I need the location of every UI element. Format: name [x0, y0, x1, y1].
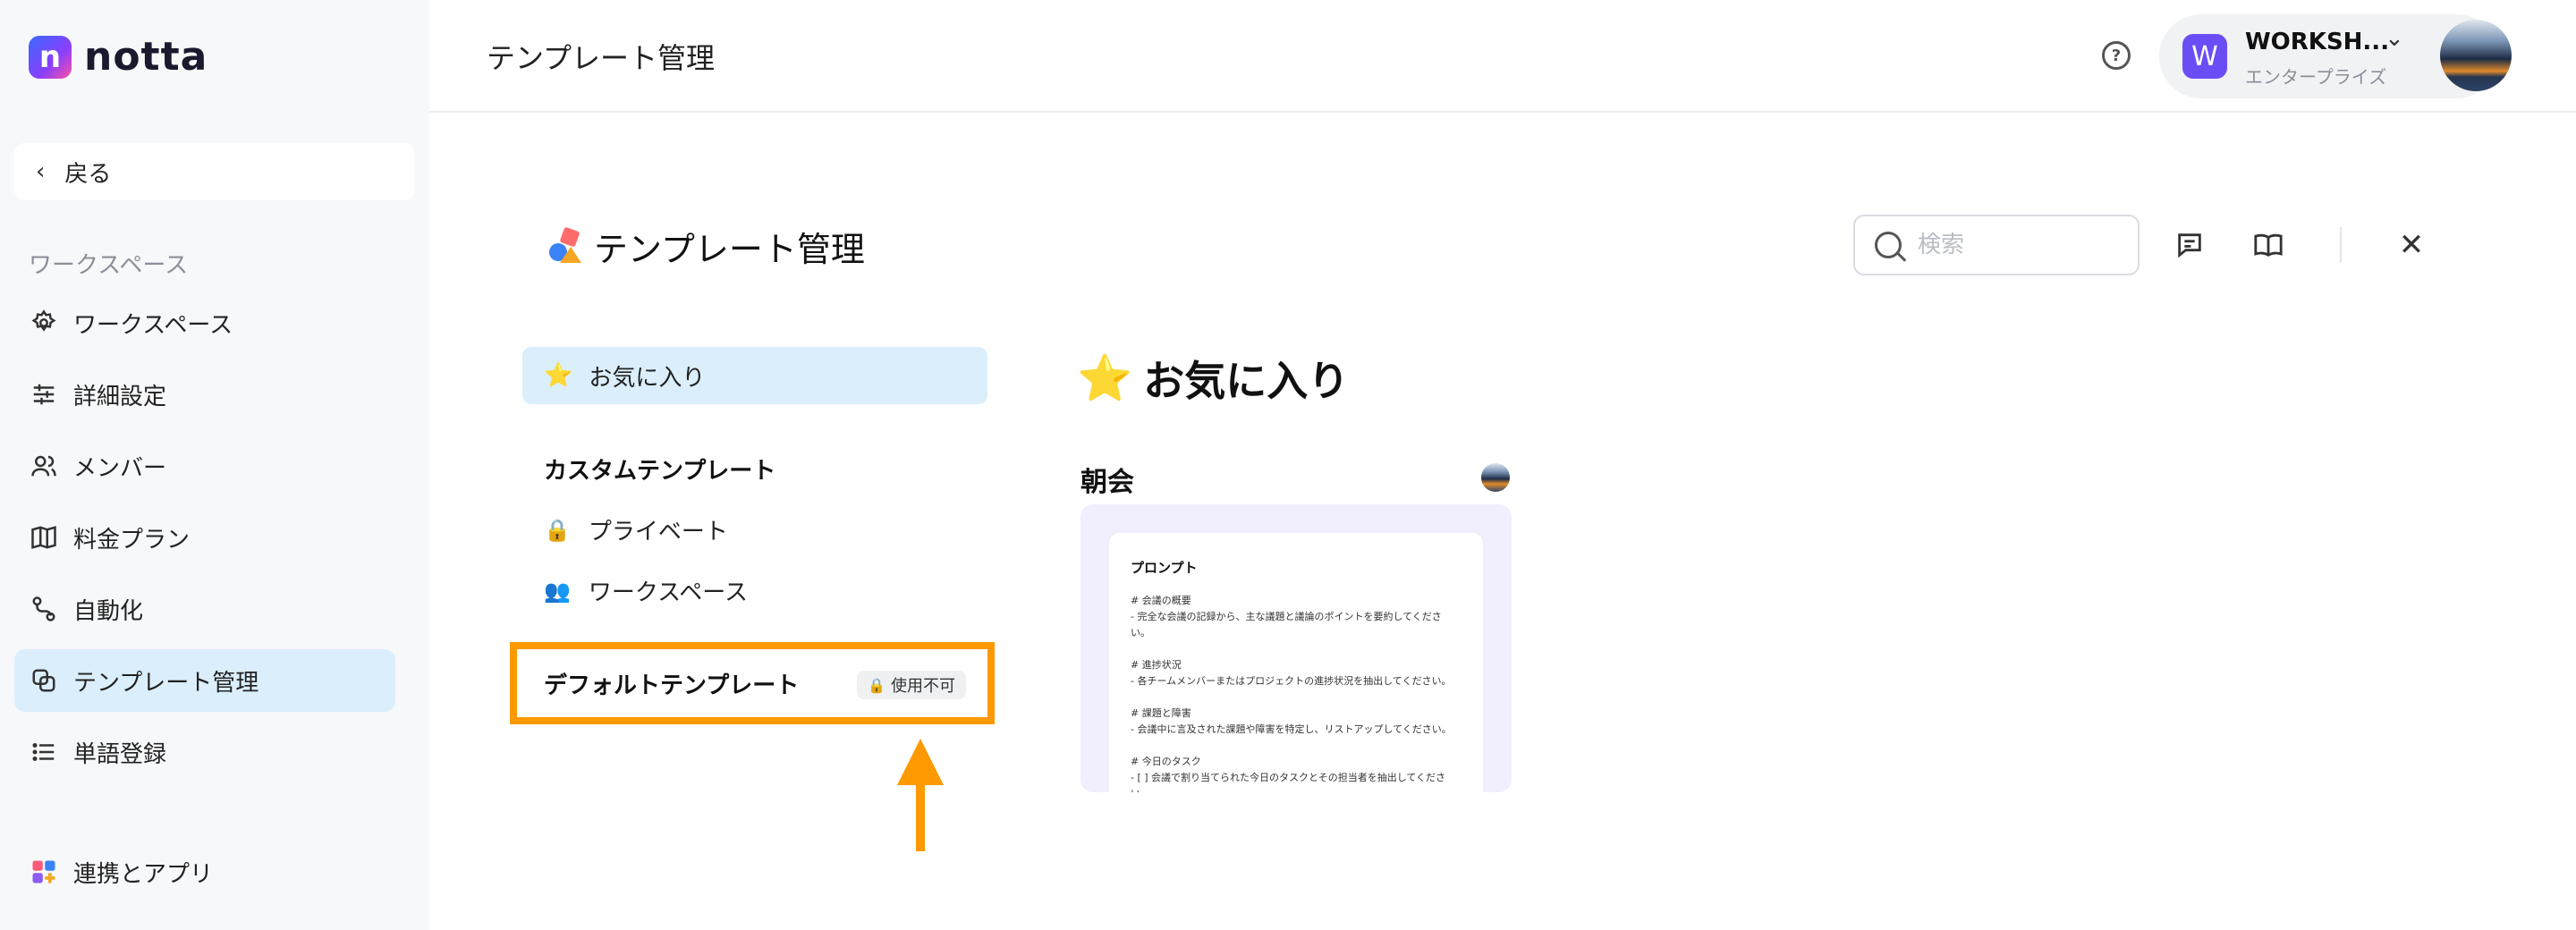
sidebar-item-advanced-settings[interactable]: 詳細設定 — [14, 363, 395, 426]
nav-favorites[interactable]: ⭐ お気に入り — [522, 347, 987, 404]
toolbar-divider — [2340, 227, 2342, 263]
sidebar-item-integrations[interactable]: 連携とアプリ — [14, 841, 395, 903]
guide-button[interactable] — [2250, 227, 2286, 263]
help-icon[interactable]: ? — [2102, 41, 2131, 70]
search-icon — [1875, 232, 1902, 258]
sidebar-item-vocabulary[interactable]: 単語登録 — [14, 721, 395, 783]
nav-workspace[interactable]: 👥 ワークスペース — [544, 574, 748, 607]
unavailable-badge: 🔒 使用不可 — [857, 671, 966, 699]
sidebar-item-label: ワークスペース — [73, 311, 233, 339]
star-icon: ⭐ — [544, 362, 573, 389]
sidebar-item-label: 料金プラン — [73, 526, 191, 554]
book-icon — [2254, 233, 2283, 258]
close-button[interactable]: ✕ — [2394, 227, 2429, 263]
workspace-plan: エンタープライズ — [2245, 66, 2387, 88]
close-icon: ✕ — [2398, 227, 2425, 263]
lock-icon: 🔒 — [544, 517, 571, 543]
workspace-name: WORKSH... — [2245, 29, 2390, 55]
chevron-down-icon: ⌄ — [2385, 25, 2404, 52]
sidebar-item-label: 詳細設定 — [73, 383, 167, 410]
template-shapes-icon — [549, 227, 581, 263]
template-card-title[interactable]: 朝会 — [1080, 460, 1134, 499]
template-preview: プロンプト # 会議の概要 - 完全な会議の記録から、主な議題と議論のポイントを… — [1109, 533, 1483, 792]
sidebar-item-label: テンプレート管理 — [73, 669, 259, 697]
sidebar-item-pricing[interactable]: 料金プラン — [14, 506, 395, 569]
star-icon: ⭐ — [1077, 351, 1133, 404]
sidebar-item-label: 単語登録 — [73, 740, 167, 768]
prompt-line: い。 — [1131, 786, 1462, 792]
sidebar-item-label: メンバー — [73, 454, 167, 482]
nav-favorites-label: お気に入り — [589, 364, 706, 392]
sliders-icon — [30, 381, 57, 408]
prompt-line: # 会議の概要 — [1131, 595, 1191, 606]
chevron-left-icon: ‹ — [36, 158, 46, 185]
default-templates-label: デフォルトテンプレート — [544, 672, 800, 699]
nav-private-label: プライベート — [588, 519, 728, 545]
custom-templates-label: カスタムテンプレート — [544, 458, 776, 485]
back-label: 戻る — [64, 160, 112, 188]
prompt-title: プロンプト — [1131, 560, 1198, 576]
prompt-line — [1131, 641, 1462, 657]
nav-private[interactable]: 🔒 プライベート — [544, 513, 728, 546]
prompt-line: - [ ] 会議で割り当てられた今日のタスクとその担当者を抽出してくださ — [1131, 772, 1446, 783]
prompt-line: - 完全な会議の記録から、主な議題と議論のポイントを要約してくださ — [1131, 611, 1442, 622]
logo[interactable]: n notta — [29, 34, 208, 80]
prompt-line: - 会議中に言及された課題や障害を特定し、リストアップしてください。 — [1131, 723, 1452, 735]
sidebar: n notta ‹ 戻る ワークスペース ワークスペース 詳細設定 メンバー 料… — [0, 0, 429, 930]
sidebar-item-label: 自動化 — [73, 597, 144, 625]
workspace-avatar: W — [2182, 34, 2227, 79]
favorites-heading-text: お気に入り — [1143, 357, 1350, 405]
search-input[interactable] — [1918, 232, 2114, 258]
prompt-line: い。 — [1131, 627, 1150, 638]
prompt-line: # 今日のタスク — [1131, 756, 1201, 767]
sidebar-item-workspace[interactable]: ワークスペース — [14, 292, 395, 354]
template-card[interactable]: プロンプト # 会議の概要 - 完全な会議の記録から、主な議題と議論のポイントを… — [1080, 504, 1512, 792]
sidebar-item-template-management[interactable]: テンプレート管理 — [14, 649, 395, 712]
apps-icon — [30, 858, 57, 885]
badge-text: 使用不可 — [891, 677, 955, 696]
sidebar-item-members[interactable]: メンバー — [14, 435, 395, 497]
user-avatar[interactable] — [2440, 20, 2512, 91]
sidebar-section-label: ワークスペース — [29, 252, 189, 279]
gear-icon — [30, 309, 57, 336]
nav-workspace-label: ワークスペース — [588, 579, 748, 606]
list-icon — [30, 739, 57, 765]
header-title: テンプレート管理 — [487, 41, 716, 75]
prompt-line: # 進捗状況 — [1131, 659, 1182, 671]
search-box[interactable] — [1853, 215, 2140, 275]
page-title: テンプレート管理 — [594, 230, 865, 269]
annotation-arrow-shaft — [916, 774, 925, 851]
chat-edit-icon — [2178, 233, 2201, 258]
favorites-heading: ⭐ お気に入り — [1077, 349, 1349, 408]
top-header: テンプレート管理 ? W WORKSH... ⌄ エンタープライズ — [429, 0, 2576, 113]
prompt-line: # 課題と障害 — [1131, 707, 1191, 719]
prompt-edit-button[interactable] — [2172, 227, 2207, 263]
card-owner-avatar — [1481, 463, 1510, 492]
default-templates-item[interactable]: デフォルトテンプレート 🔒 使用不可 — [510, 642, 995, 724]
logo-text: notta — [84, 34, 208, 80]
app-root: n notta ‹ 戻る ワークスペース ワークスペース 詳細設定 メンバー 料… — [0, 0, 2576, 930]
sidebar-item-label: 連携とアプリ — [73, 860, 214, 888]
prompt-line — [1131, 738, 1462, 754]
lock-icon: 🔒 — [868, 676, 886, 694]
prompt-line — [1131, 689, 1462, 706]
notta-logo-icon: n — [29, 35, 72, 79]
prompt-line: - 各チームメンバーまたはプロジェクトの進捗状況を抽出してください。 — [1131, 675, 1452, 687]
back-button[interactable]: ‹ 戻る — [14, 143, 415, 200]
users-icon: 👥 — [544, 578, 571, 604]
map-icon — [30, 524, 57, 551]
users-icon — [30, 452, 57, 479]
template-icon — [30, 667, 57, 694]
sidebar-item-automation[interactable]: 自動化 — [14, 578, 395, 640]
automation-icon — [30, 596, 57, 622]
